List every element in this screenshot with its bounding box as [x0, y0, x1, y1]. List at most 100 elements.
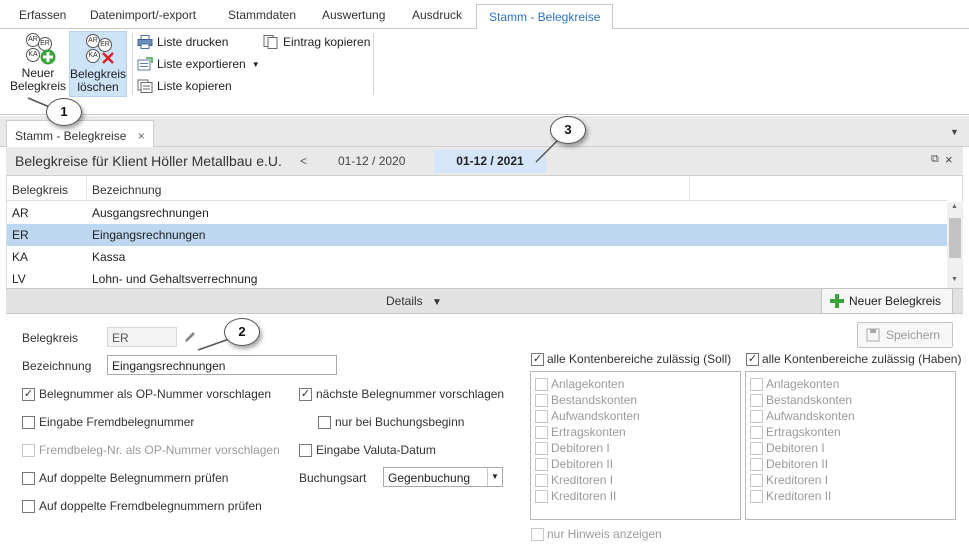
checkbox-doppelt-label: Auf doppelte Belegnummern prüfen [39, 471, 229, 485]
plus-icon [40, 49, 56, 65]
hint-only-label: nur Hinweis anzeigen [547, 527, 662, 541]
vertical-scrollbar[interactable]: ▲ ▼ [947, 202, 963, 288]
table-row[interactable]: LV Lohn- und Gehaltsverrechnung [7, 268, 947, 288]
chevron-down-icon[interactable]: ▼ [487, 468, 502, 486]
buchungsart-value: Gegenbuchung [388, 471, 471, 485]
document-tab-label: Stamm - Belegkreise [15, 129, 127, 143]
delete-belegkreis-icon: AR ER KA [80, 34, 116, 66]
copy-entry-icon [263, 35, 278, 49]
ribbon-tab-stamm-belegkreise[interactable]: Stamm - Belegkreise [476, 4, 614, 30]
popout-icon[interactable]: ⧉ [931, 153, 939, 166]
callout-3: 3 [550, 116, 586, 144]
table-row-selected[interactable]: ER Eingangsrechnungen [7, 224, 947, 246]
new-belegkreis-button[interactable]: AR ER KA Neuer Belegkreis [9, 31, 67, 97]
checkbox-op-nummer[interactable]: ✓ [22, 388, 35, 401]
chevron-down-icon[interactable]: ▼ [252, 60, 260, 69]
checkbox-soll-all[interactable]: ✓ [531, 353, 544, 366]
ribbon-tab-erfassen[interactable]: Erfassen [19, 8, 66, 22]
period-prev[interactable]: 01-12 / 2020 [338, 154, 405, 168]
period-active[interactable]: 01-12 / 2021 [434, 150, 546, 173]
ribbon-divider [373, 33, 374, 95]
checkbox-naechste[interactable]: ✓ [299, 388, 312, 401]
row-name: Kassa [92, 250, 126, 264]
checkbox-fremd-op[interactable] [22, 444, 35, 457]
column-header-empty [690, 176, 947, 201]
checkbox-hint-only[interactable] [531, 528, 544, 541]
print-list-button[interactable]: Liste drucken [137, 32, 228, 52]
bezeichnung-label: Bezeichnung [22, 359, 92, 373]
save-label: Speichern [886, 328, 941, 342]
ribbon-tab-ausdruck[interactable]: Ausdruck [412, 8, 462, 22]
details-toggle[interactable]: Details ▼ [386, 294, 442, 308]
document-tab-bar: Stamm - Belegkreise × ▼ [0, 116, 969, 147]
scroll-down-icon[interactable]: ▼ [951, 276, 958, 283]
delete-belegkreis-button[interactable]: AR ER KA Belegkreis löschen [69, 31, 127, 97]
ribbon-tab-bar: Erfassen Datenimport/-export Stammdaten … [0, 0, 969, 30]
checkbox-fremd-op-label: Fremdbeleg-Nr. als OP-Nummer vorschlagen [39, 443, 280, 457]
close-icon[interactable]: × [138, 129, 145, 143]
copy-list-label: Liste kopieren [157, 79, 232, 93]
scroll-up-icon[interactable]: ▲ [951, 203, 958, 210]
checkbox-doppelt-fremd-label: Auf doppelte Fremdbelegnummern prüfen [39, 499, 262, 513]
row-name: Ausgangsrechnungen [92, 206, 209, 220]
column-header-belegkreis[interactable]: Belegkreis [7, 176, 87, 201]
icon-badge-ka: KA [86, 49, 100, 63]
icon-badge-ka: KA [26, 48, 40, 62]
details-bar: Details ▼ [6, 288, 963, 314]
document-tab-stamm-belegkreise[interactable]: Stamm - Belegkreise × [6, 120, 154, 147]
chevron-down-icon: ▼ [432, 297, 442, 308]
buchungsart-select[interactable]: Gegenbuchung ▼ [383, 467, 503, 487]
ribbon-tab-auswertung[interactable]: Auswertung [322, 8, 385, 22]
pencil-icon[interactable] [183, 330, 197, 344]
checkbox-valuta[interactable] [299, 444, 312, 457]
export-icon [137, 57, 153, 71]
delete-x-icon [102, 52, 114, 64]
row-code: AR [12, 206, 29, 220]
checkbox-buchungsbeginn-label: nur bei Buchungsbeginn [335, 415, 465, 429]
tab-overflow-icon[interactable]: ▼ [950, 127, 959, 137]
table-row[interactable]: KA Kassa [7, 246, 947, 268]
print-list-label: Liste drucken [157, 35, 229, 49]
copy-list-icon [137, 79, 153, 93]
copy-list-button[interactable]: Liste kopieren [137, 76, 232, 96]
haben-kontenbereiche-list: Anlagekonten Bestandskonten Aufwandskont… [745, 371, 956, 520]
checkbox-haben-all[interactable]: ✓ [746, 353, 759, 366]
belegkreise-grid: Belegkreis Bezeichnung AR Ausgangsrechnu… [6, 176, 963, 288]
buchungsart-label: Buchungsart [299, 471, 367, 485]
callout-2: 2 [224, 318, 260, 346]
copy-entry-label: Eintrag kopieren [283, 35, 371, 49]
scrollbar-thumb[interactable] [949, 218, 961, 258]
checkbox-op-nummer-label: Belegnummer als OP-Nummer vorschlagen [39, 387, 272, 401]
period-header: Belegkreise für Klient Höller Metallbau … [6, 147, 963, 176]
new-belegkreis-label-2: Belegkreis [9, 79, 67, 93]
callout-1: 1 [46, 98, 82, 126]
new-belegkreis-detail-label: Neuer Belegkreis [849, 294, 942, 308]
row-name: Eingangsrechnungen [92, 228, 206, 242]
copy-entry-button[interactable]: Eintrag kopieren [263, 32, 370, 52]
save-icon [866, 328, 880, 342]
export-list-label: Liste exportieren [157, 57, 246, 71]
checkbox-doppelt[interactable] [22, 472, 35, 485]
table-row[interactable]: AR Ausgangsrechnungen [7, 202, 947, 224]
checkbox-buchungsbeginn[interactable] [318, 416, 331, 429]
haben-header-label: alle Kontenbereiche zulässig (Haben) [762, 352, 962, 366]
soll-kontenbereiche-list: Anlagekonten Bestandskonten Aufwandskont… [530, 371, 741, 520]
prev-period-arrow[interactable]: < [300, 154, 307, 168]
bezeichnung-field[interactable]: Eingangsrechnungen [107, 355, 337, 375]
save-button[interactable]: Speichern [857, 322, 953, 348]
ribbon-tab-datenimport[interactable]: Datenimport/-export [90, 8, 196, 22]
column-header-bezeichnung[interactable]: Bezeichnung [87, 176, 690, 201]
checkbox-valuta-label: Eingabe Valuta-Datum [316, 443, 436, 457]
checkbox-fremdbelegnummer[interactable] [22, 416, 35, 429]
ribbon-tab-stammdaten[interactable]: Stammdaten [228, 8, 296, 22]
new-belegkreis-detail-button[interactable]: Neuer Belegkreis [821, 288, 953, 314]
export-list-button[interactable]: Liste exportieren ▼ [137, 54, 260, 74]
belegkreis-label: Belegkreis [22, 331, 79, 345]
details-label: Details [386, 294, 423, 308]
row-name: Lohn- und Gehaltsverrechnung [92, 272, 258, 286]
delete-belegkreis-label-2: löschen [77, 80, 119, 94]
close-panel-icon[interactable]: × [945, 152, 953, 167]
new-belegkreis-icon: AR ER KA [20, 33, 56, 65]
checkbox-doppelt-fremd[interactable] [22, 500, 35, 513]
ribbon-body: AR ER KA Neuer Belegkreis AR ER KA Beleg… [0, 29, 969, 115]
